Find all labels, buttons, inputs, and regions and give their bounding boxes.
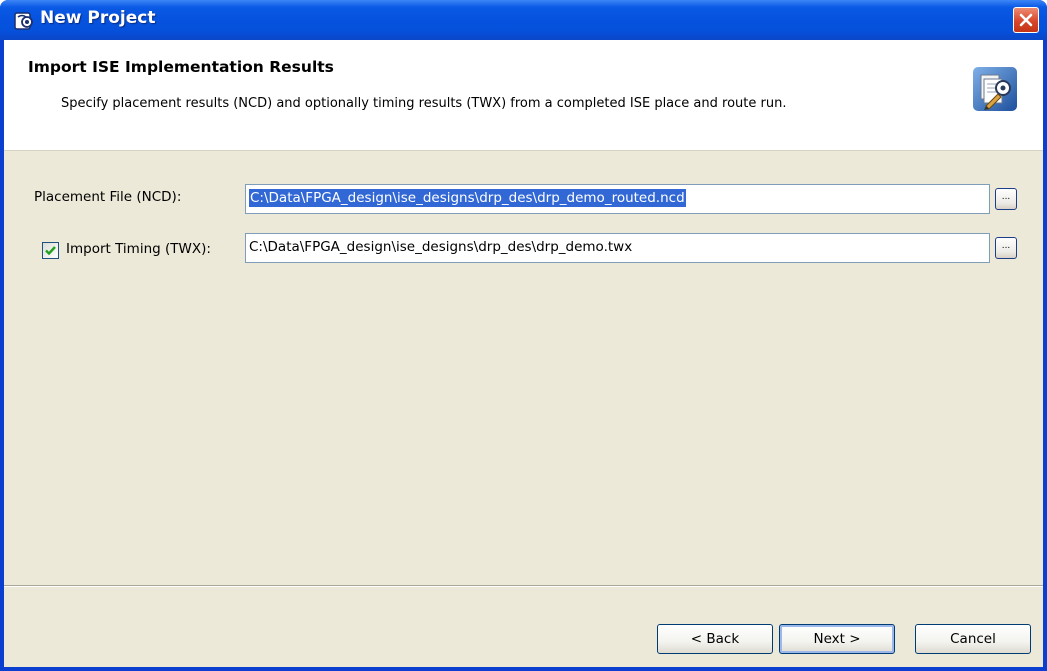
footer-separator bbox=[4, 585, 1043, 587]
import-timing-checkbox[interactable] bbox=[42, 242, 59, 259]
timing-browse-button[interactable]: ... bbox=[995, 237, 1017, 259]
dialog-body: Import ISE Implementation Results Specif… bbox=[4, 40, 1043, 667]
title-bar[interactable]: New Project bbox=[0, 0, 1047, 40]
new-project-dialog: New Project Import ISE Implementation Re… bbox=[0, 0, 1047, 671]
close-icon bbox=[1019, 13, 1033, 27]
page-title: Import ISE Implementation Results bbox=[28, 58, 334, 76]
back-button[interactable]: < Back bbox=[657, 624, 773, 654]
window-title: New Project bbox=[40, 8, 156, 28]
wizard-icon bbox=[972, 66, 1018, 112]
placement-file-input[interactable]: C:\Data\FPGA_design\ise_designs\drp_des\… bbox=[245, 184, 990, 214]
next-button[interactable]: Next > bbox=[779, 624, 895, 654]
checkmark-icon bbox=[45, 246, 56, 256]
cancel-button[interactable]: Cancel bbox=[915, 624, 1031, 654]
placement-browse-button[interactable]: ... bbox=[995, 188, 1017, 210]
page-description: Specify placement results (NCD) and opti… bbox=[61, 96, 787, 111]
placement-file-label: Placement File (NCD): bbox=[34, 189, 182, 205]
close-button[interactable] bbox=[1013, 7, 1039, 33]
placement-file-value: C:\Data\FPGA_design\ise_designs\drp_des\… bbox=[249, 189, 686, 207]
wizard-header: Import ISE Implementation Results Specif… bbox=[4, 40, 1043, 151]
timing-file-input[interactable]: C:\Data\FPGA_design\ise_designs\drp_des\… bbox=[245, 233, 990, 263]
app-logo-icon bbox=[14, 10, 34, 30]
import-timing-label: Import Timing (TWX): bbox=[66, 241, 211, 257]
timing-file-value: C:\Data\FPGA_design\ise_designs\drp_des\… bbox=[249, 239, 633, 255]
